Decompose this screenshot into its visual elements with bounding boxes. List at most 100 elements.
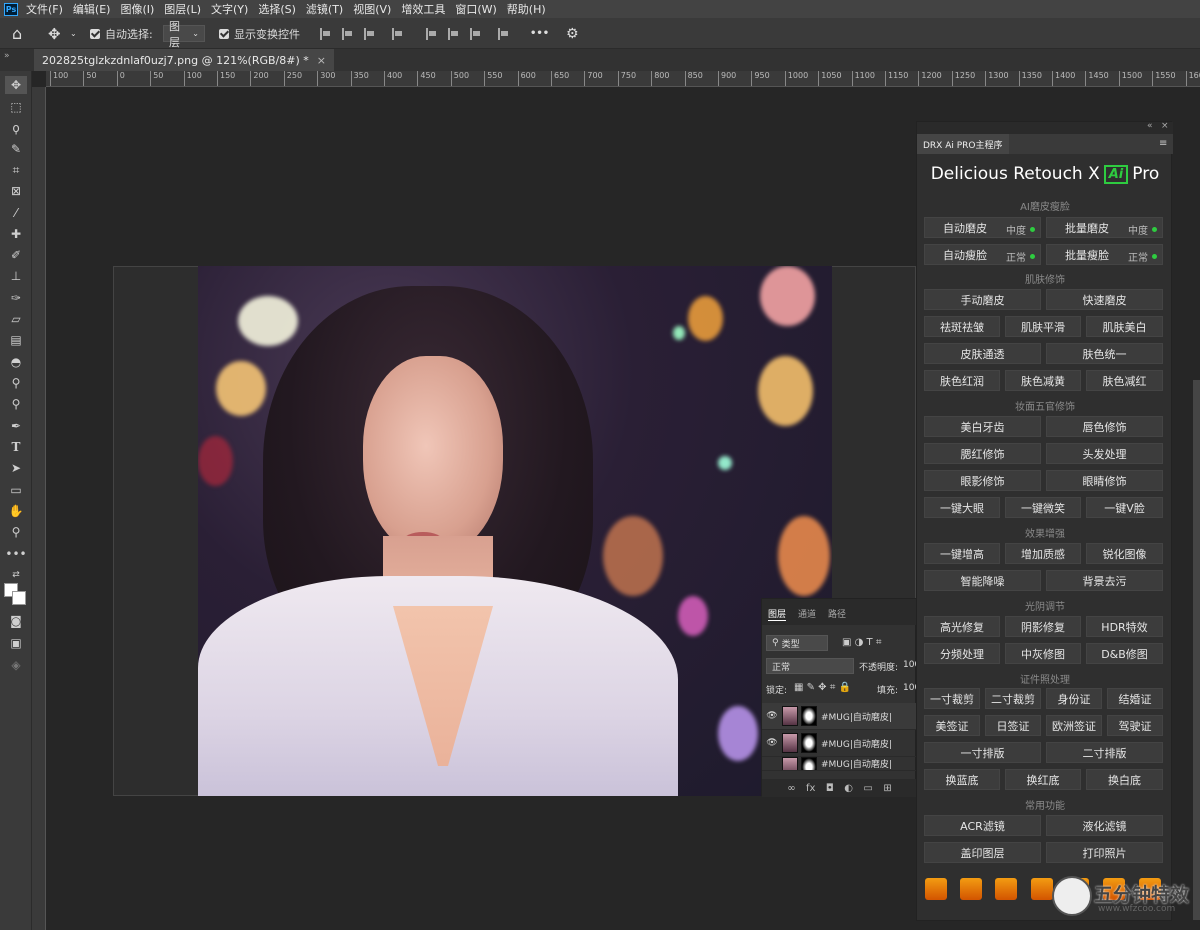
skin-button[interactable]: 皮肤通透: [924, 343, 1041, 364]
common-button[interactable]: ACR滤镜: [924, 815, 1041, 836]
new-layer-icon[interactable]: ⊞: [883, 783, 891, 794]
skin-button[interactable]: 肌肤平滑: [1005, 316, 1081, 337]
stamp-tool-icon[interactable]: ⊥: [5, 267, 27, 285]
show-transform-checkbox[interactable]: [219, 28, 229, 39]
eye-icon[interactable]: 👁: [762, 738, 782, 748]
layer-filter-dropdown[interactable]: ⚲ 类型: [766, 635, 828, 651]
effect-button[interactable]: 智能降噪: [924, 570, 1041, 591]
tool-shortcut-icon[interactable]: [960, 878, 982, 900]
menu-edit[interactable]: 编辑(E): [73, 1, 111, 17]
id-button[interactable]: 换蓝底: [924, 769, 1000, 790]
distribute-icon[interactable]: [392, 18, 402, 49]
ai-mode-indicator[interactable]: 正常: [1006, 249, 1035, 264]
ai-button-0[interactable]: 自动磨皮 中度: [924, 217, 1041, 238]
more-tools-icon[interactable]: •••: [5, 545, 27, 563]
align-bottom-icon[interactable]: [470, 18, 480, 49]
zoom-tool-icon[interactable]: ⚲: [5, 523, 27, 541]
effect-button[interactable]: 一键增高: [924, 543, 1000, 564]
close-icon[interactable]: ×: [1161, 121, 1169, 131]
light-button[interactable]: D&B修图: [1086, 643, 1163, 664]
path-select-tool-icon[interactable]: ➤: [5, 459, 27, 477]
panel-scrollbar[interactable]: [1193, 380, 1200, 920]
tool-shortcut-icon[interactable]: [1031, 878, 1053, 900]
tool-shortcut-icon[interactable]: [995, 878, 1017, 900]
drx-tab[interactable]: DRX Ai PRO主程序: [917, 134, 1009, 154]
portrait-photo[interactable]: [198, 266, 832, 796]
skin-button[interactable]: 祛斑祛皱: [924, 316, 1000, 337]
swap-colors-icon[interactable]: ⇄: [5, 566, 27, 584]
id-button[interactable]: 换白底: [1086, 769, 1163, 790]
lasso-tool-icon[interactable]: ϙ: [5, 119, 27, 137]
light-button[interactable]: 中灰修图: [1005, 643, 1081, 664]
crop-tool-icon[interactable]: ⌗: [5, 161, 27, 179]
blend-mode-dropdown[interactable]: 正常: [766, 658, 854, 674]
eyedropper-tool-icon[interactable]: ⁄: [5, 204, 27, 222]
collapse-icon[interactable]: «: [1147, 121, 1153, 131]
skin-button[interactable]: 肤色减红: [1086, 370, 1163, 391]
healing-brush-tool-icon[interactable]: ✚: [5, 225, 27, 243]
show-transform-toggle[interactable]: 显示变换控件: [219, 18, 300, 49]
layer-row[interactable]: 👁 #MUG|自动磨皮|: [762, 703, 917, 730]
common-button[interactable]: 液化滤镜: [1046, 815, 1163, 836]
light-button[interactable]: 阴影修复: [1005, 616, 1081, 637]
brush-tool-icon[interactable]: ✐: [5, 246, 27, 264]
mask-icon[interactable]: ◘: [826, 783, 834, 794]
move-tool-icon[interactable]: ✥: [48, 18, 61, 49]
id-button[interactable]: 换红底: [1005, 769, 1081, 790]
menu-type[interactable]: 文字(Y): [211, 1, 248, 17]
gear-icon[interactable]: ⚙: [566, 18, 579, 49]
quick-mask-icon[interactable]: ◙: [5, 612, 27, 630]
home-icon[interactable]: ⌂: [12, 18, 22, 49]
menu-help[interactable]: 帮助(H): [507, 1, 546, 17]
skin-button[interactable]: 肤色减黄: [1005, 370, 1081, 391]
menu-select[interactable]: 选择(S): [258, 1, 296, 17]
id-button[interactable]: 日签证: [985, 715, 1041, 736]
tab-layers[interactable]: 图层: [768, 607, 787, 621]
pen-tool-icon[interactable]: ✒: [5, 417, 27, 435]
screen-mode-icon[interactable]: ▣: [5, 634, 27, 652]
generative-icon[interactable]: ◈: [5, 656, 27, 674]
lock-icons[interactable]: ▦ ✎ ✥ ⌗ 🔒: [794, 682, 851, 693]
align-center-icon[interactable]: [342, 18, 352, 49]
link-icon[interactable]: ∞: [787, 783, 795, 794]
adjustment-icon[interactable]: ◐: [844, 783, 853, 794]
skin-button[interactable]: 肤色统一: [1046, 343, 1163, 364]
id-button[interactable]: 身份证: [1046, 688, 1102, 709]
id-button[interactable]: 结婚证: [1107, 688, 1163, 709]
makeup-button[interactable]: 腮红修饰: [924, 443, 1041, 464]
makeup-button[interactable]: 眼影修饰: [924, 470, 1041, 491]
ai-mode-indicator[interactable]: 中度: [1128, 222, 1157, 237]
light-button[interactable]: HDR特效: [1086, 616, 1163, 637]
ai-mode-indicator[interactable]: 中度: [1006, 222, 1035, 237]
document-tab[interactable]: 202825tglzkzdnlaf0uzj7.png @ 121%(RGB/8#…: [34, 49, 334, 71]
menu-layer[interactable]: 图层(L): [164, 1, 201, 17]
history-brush-tool-icon[interactable]: ✑: [5, 289, 27, 307]
makeup-button[interactable]: 眼睛修饰: [1046, 470, 1163, 491]
id-button[interactable]: 欧洲签证: [1046, 715, 1102, 736]
tab-channels[interactable]: 通道: [798, 607, 816, 620]
dodge-tool-icon[interactable]: ⚲: [5, 374, 27, 392]
makeup-button[interactable]: 美白牙齿: [924, 416, 1041, 437]
eraser-tool-icon[interactable]: ▱: [5, 310, 27, 328]
move-tool-icon[interactable]: ✥: [5, 76, 27, 94]
align-left-icon[interactable]: [320, 18, 330, 49]
folder-icon[interactable]: ▭: [863, 783, 872, 794]
align-right-icon[interactable]: [364, 18, 374, 49]
id-button[interactable]: 一寸裁剪: [924, 688, 980, 709]
gradient-tool-icon[interactable]: ▤: [5, 331, 27, 349]
hand-tool-icon[interactable]: ✋: [5, 502, 27, 520]
close-icon[interactable]: ×: [317, 54, 326, 67]
zoom-small-icon[interactable]: ⚲: [5, 395, 27, 413]
frame-tool-icon[interactable]: ⊠: [5, 182, 27, 200]
skin-button[interactable]: 肌肤美白: [1086, 316, 1163, 337]
tool-shortcut-icon[interactable]: [925, 878, 947, 900]
common-button[interactable]: 打印照片: [1046, 842, 1163, 863]
tool-preset-chevron-icon[interactable]: ⌄: [70, 18, 77, 49]
rectangle-tool-icon[interactable]: ▭: [5, 481, 27, 499]
id-button[interactable]: 二寸排版: [1046, 742, 1163, 763]
align-middle-icon[interactable]: [448, 18, 458, 49]
makeup-button[interactable]: 头发处理: [1046, 443, 1163, 464]
menu-plugins[interactable]: 增效工具: [401, 1, 445, 17]
common-button[interactable]: 盖印图层: [924, 842, 1041, 863]
menu-file[interactable]: 文件(F): [26, 1, 63, 17]
